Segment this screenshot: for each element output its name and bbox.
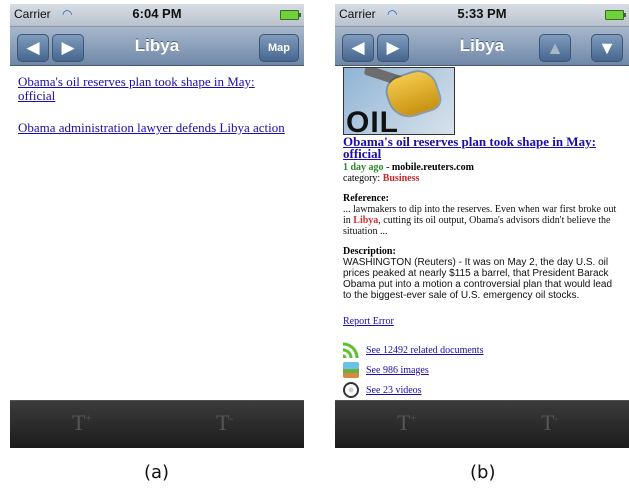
- related-images-label: See 986 images: [366, 365, 429, 376]
- decrease-font-mark: -: [554, 412, 559, 425]
- bottom-toolbar: T+ T-: [335, 400, 629, 448]
- category-label: category:: [343, 173, 383, 184]
- bottom-toolbar: T+ T-: [10, 400, 304, 448]
- decrease-font-label: T: [541, 410, 555, 435]
- nav-bar: ◀ ▶ Libya Map: [10, 27, 304, 66]
- report-error-link[interactable]: Report Error: [343, 316, 394, 327]
- category-value: Business: [382, 173, 420, 184]
- decrease-font-button[interactable]: T-: [541, 410, 558, 436]
- reference-highlight: Libya: [353, 215, 379, 226]
- article-category: category: Business: [343, 173, 613, 184]
- article-title-link[interactable]: Obama's oil reserves plan took shape in …: [343, 135, 608, 160]
- status-time: 6:04 PM: [132, 6, 182, 21]
- increase-font-mark: +: [410, 412, 417, 425]
- status-time: 5:33 PM: [457, 6, 507, 21]
- decrease-font-button[interactable]: T-: [216, 410, 233, 436]
- nav-title: Libya: [459, 36, 505, 55]
- article-source: mobile.reuters.com: [391, 162, 474, 173]
- status-bar: Carrier ◠ 6:04 PM: [10, 4, 304, 27]
- nav-bar: ◀ ▶ Libya ▲ ▼: [335, 27, 629, 66]
- battery-icon: [605, 10, 626, 20]
- caption-b: (b): [470, 462, 496, 483]
- phone-screen-a: Carrier ◠ 6:04 PM ◀ ▶ Libya Map Obama's …: [10, 4, 304, 448]
- video-icon: [343, 382, 359, 398]
- reference-heading: Reference:: [343, 193, 389, 204]
- next-item-button[interactable]: ▼: [591, 34, 623, 62]
- rss-icon: [343, 342, 359, 358]
- battery-icon: [280, 10, 301, 20]
- increase-font-button[interactable]: T+: [72, 410, 92, 436]
- reference-text: ... lawmakers to dip into the reserves. …: [343, 204, 618, 237]
- description-text: WASHINGTON (Reuters) - It was on May 2, …: [343, 257, 613, 301]
- article-thumbnail[interactable]: OIL: [343, 67, 455, 135]
- map-button[interactable]: Map: [259, 34, 299, 62]
- meta-separator: -: [383, 162, 392, 173]
- article-age: 1 day ago: [343, 162, 384, 173]
- article-detail: OIL Obama's oil reserves plan took shape…: [335, 66, 629, 400]
- increase-font-label: T: [397, 410, 411, 435]
- increase-font-label: T: [72, 410, 86, 435]
- caption-a: (a): [144, 462, 170, 483]
- article-link-2[interactable]: Obama administration lawyer defends Liby…: [18, 121, 288, 135]
- status-bar: Carrier ◠ 5:33 PM: [335, 4, 629, 27]
- chevron-down-icon: ▼: [598, 38, 616, 58]
- images-icon: [343, 362, 359, 378]
- thumbnail-word: OIL: [346, 106, 399, 135]
- previous-item-button[interactable]: ▲: [539, 34, 571, 62]
- article-link-1[interactable]: Obama's oil reserves plan took shape in …: [18, 75, 288, 103]
- reference-text-end: , cutting its oil output, Obama's adviso…: [343, 215, 611, 237]
- article-meta: 1 day ago - mobile.reuters.com: [343, 162, 613, 173]
- article-list: Obama's oil reserves plan took shape in …: [10, 66, 304, 400]
- decrease-font-mark: -: [229, 412, 234, 425]
- increase-font-button[interactable]: T+: [397, 410, 417, 436]
- chevron-up-icon: ▲: [546, 38, 564, 58]
- decrease-font-label: T: [216, 410, 230, 435]
- related-videos-label: See 23 videos: [366, 385, 422, 396]
- description-heading: Description:: [343, 246, 396, 257]
- increase-font-mark: +: [85, 412, 92, 425]
- phone-screen-b: Carrier ◠ 5:33 PM ◀ ▶ Libya ▲ ▼ OIL Obam…: [335, 4, 629, 448]
- related-documents-label: See 12492 related documents: [366, 345, 484, 356]
